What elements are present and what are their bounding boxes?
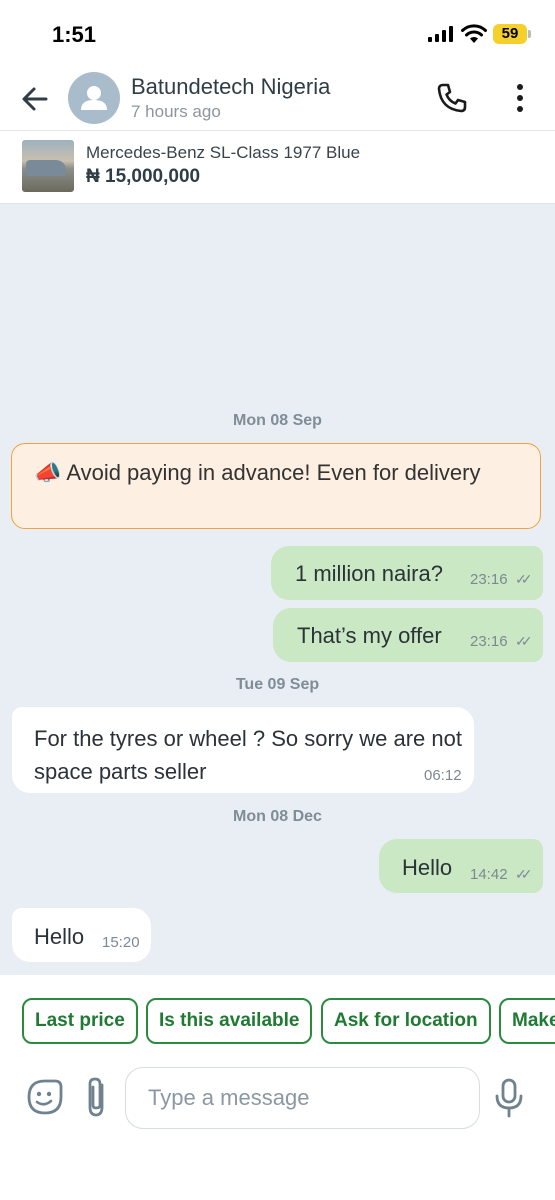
listing-card[interactable]: Mercedes-Benz SL-Class 1977 Blue ₦ 15,00… — [0, 131, 555, 204]
battery-indicator: 59 — [493, 24, 527, 44]
sticker-icon[interactable] — [26, 1078, 64, 1116]
message-text: For the tyres or wheel ? So sorry we are… — [34, 726, 462, 784]
message-text: That’s my offer — [297, 623, 442, 648]
wifi-icon — [461, 24, 487, 43]
status-bar: 1:51 59 — [0, 0, 555, 64]
cellular-signal-icon — [428, 26, 453, 42]
read-receipt-icon: ✓✓ — [515, 571, 533, 587]
chat-header: Batundetech Nigeria 7 hours ago — [0, 64, 555, 131]
listing-price: ₦ 15,000,000 — [86, 166, 201, 187]
message-time: 23:16 — [470, 633, 508, 650]
quick-reply-ask-location[interactable]: Ask for location — [321, 998, 491, 1044]
user-silhouette-icon — [81, 86, 107, 110]
message-bubble-outgoing[interactable]: 1 million naira? 23:16 ✓✓ — [271, 546, 543, 600]
message-input[interactable] — [125, 1067, 480, 1129]
message-bubble-outgoing[interactable]: That’s my offer 23:16 ✓✓ — [273, 608, 543, 662]
message-text: Hello — [402, 855, 453, 880]
date-separator: Mon 08 Dec — [233, 808, 322, 825]
microphone-icon[interactable] — [494, 1077, 524, 1119]
status-time: 1:51 — [52, 22, 97, 47]
contact-name[interactable]: Batundetech Nigeria — [131, 74, 330, 100]
phone-call-icon[interactable] — [434, 80, 470, 116]
battery-tip — [528, 30, 531, 38]
message-time: 14:42 — [470, 866, 508, 883]
back-arrow-icon[interactable] — [18, 82, 52, 116]
attachment-paperclip-icon[interactable] — [82, 1075, 110, 1119]
warning-text: Avoid paying in advance! Even for delive… — [66, 460, 481, 485]
quick-reply-last-price[interactable]: Last price — [22, 998, 138, 1044]
message-bubble-incoming[interactable]: For the tyres or wheel ? So sorry we are… — [12, 707, 474, 793]
quick-reply-make[interactable]: Make — [499, 998, 555, 1044]
message-bubble-outgoing[interactable]: Hello 14:42 ✓✓ — [379, 839, 543, 893]
megaphone-icon: 📣 — [34, 460, 62, 485]
more-options-icon[interactable] — [508, 82, 532, 114]
date-separator: Tue 09 Sep — [235, 676, 320, 693]
last-seen-status: 7 hours ago — [131, 102, 221, 121]
read-receipt-icon: ✓✓ — [515, 633, 533, 649]
message-text: 1 million naira? — [295, 561, 443, 586]
safety-warning: 📣 Avoid paying in advance! Even for deli… — [11, 443, 541, 529]
message-time: 15:20 — [102, 934, 140, 951]
message-bubble-incoming[interactable]: Hello 15:20 — [12, 908, 151, 962]
date-separator: Mon 08 Sep — [233, 412, 322, 429]
listing-title: Mercedes-Benz SL-Class 1977 Blue — [86, 143, 361, 162]
message-time: 23:16 — [470, 571, 508, 588]
listing-thumbnail — [22, 140, 74, 192]
composer-area: Last price Is this available Ask for loc… — [0, 975, 555, 1200]
avatar[interactable] — [68, 72, 120, 124]
message-text: Hello — [34, 924, 85, 949]
message-time: 06:12 — [424, 767, 462, 784]
quick-reply-is-available[interactable]: Is this available — [146, 998, 313, 1044]
car-image — [26, 160, 66, 176]
read-receipt-icon: ✓✓ — [515, 866, 533, 882]
